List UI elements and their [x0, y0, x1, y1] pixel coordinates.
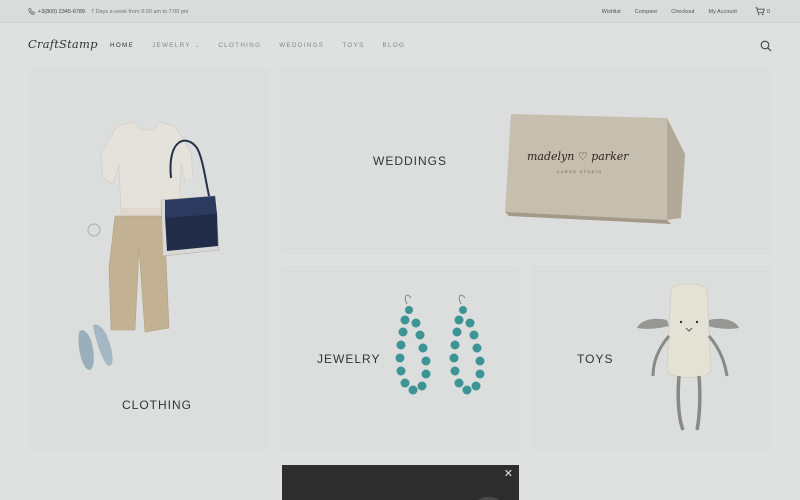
page: +3(800) 2345-6789 7 Days a week from 9:0… [0, 0, 800, 500]
site-logo[interactable]: CraftStamp [28, 37, 98, 51]
nav-toys[interactable]: TOYS [342, 42, 364, 49]
jewelry-label: JEWELRY [317, 352, 381, 366]
checkout-link[interactable]: Checkout [671, 9, 694, 15]
top-bar: +3(800) 2345-6789 7 Days a week from 9:0… [0, 0, 800, 23]
nav-blog[interactable]: BLOG [383, 42, 406, 49]
account-links: Wishlist Compare Checkout My Account 0 [588, 7, 770, 16]
popup-image [477, 496, 499, 500]
search-icon[interactable] [760, 40, 772, 52]
nav-blog-label: BLOG [382, 42, 406, 49]
nav-weddings-label: WEDDINGS [279, 42, 325, 49]
card-subtitle: CARDS STUDIO [557, 170, 603, 174]
phone-icon [28, 8, 35, 15]
nav-toys-label: TOYS [342, 42, 365, 49]
nav-clothing-label: CLOTHING [218, 42, 262, 49]
toy-image [637, 283, 739, 431]
category-tile-toys[interactable]: TOYS [531, 266, 771, 450]
card-name: madelyn ♡ parker [527, 150, 629, 163]
clothing-label: CLOTHING [122, 398, 193, 412]
nav-weddings[interactable]: WEDDINGS [279, 42, 324, 49]
cart-icon[interactable] [755, 7, 765, 16]
jewelry-image [395, 294, 485, 395]
wishlist-link[interactable]: Wishlist [602, 9, 621, 15]
weddings-label: WEDDINGS [373, 154, 447, 168]
nav-jewelry[interactable]: JEWELRY ⌄ [152, 42, 200, 49]
phone-number: +3(800) 2345-6789 [38, 8, 85, 15]
category-tile-jewelry[interactable]: JEWELRY [281, 266, 519, 450]
header: CraftStamp HOME JEWELRY ⌄ CLOTHING WEDDIN… [0, 24, 800, 68]
category-tile-clothing[interactable]: CLOTHING [29, 68, 269, 450]
close-icon[interactable]: ✕ [504, 469, 513, 480]
contact-info: +3(800) 2345-6789 7 Days a week from 9:0… [28, 8, 188, 15]
clothing-image [78, 121, 220, 370]
cart-count: 0 [766, 8, 770, 15]
chevron-down-icon: ⌄ [194, 42, 201, 49]
category-tile-weddings[interactable]: WEDDINGS madelyn ♡ parker CARDS STUDIO [281, 68, 771, 254]
toys-label: TOYS [577, 352, 614, 366]
nav-home[interactable]: HOME [110, 42, 134, 49]
opening-hours: 7 Days a week from 9:00 am to 7:00 pm [90, 8, 189, 15]
nav-jewelry-label: JEWELRY [152, 42, 191, 49]
nav-clothing[interactable]: CLOTHING [218, 42, 261, 49]
main-nav: HOME JEWELRY ⌄ CLOTHING WEDDINGS TOYS BLO… [110, 42, 423, 49]
nav-home-label: HOME [110, 42, 135, 49]
my-account-link[interactable]: My Account [709, 9, 737, 15]
compare-link[interactable]: Compare [635, 9, 658, 15]
popup-panel: ✕ [282, 465, 519, 500]
